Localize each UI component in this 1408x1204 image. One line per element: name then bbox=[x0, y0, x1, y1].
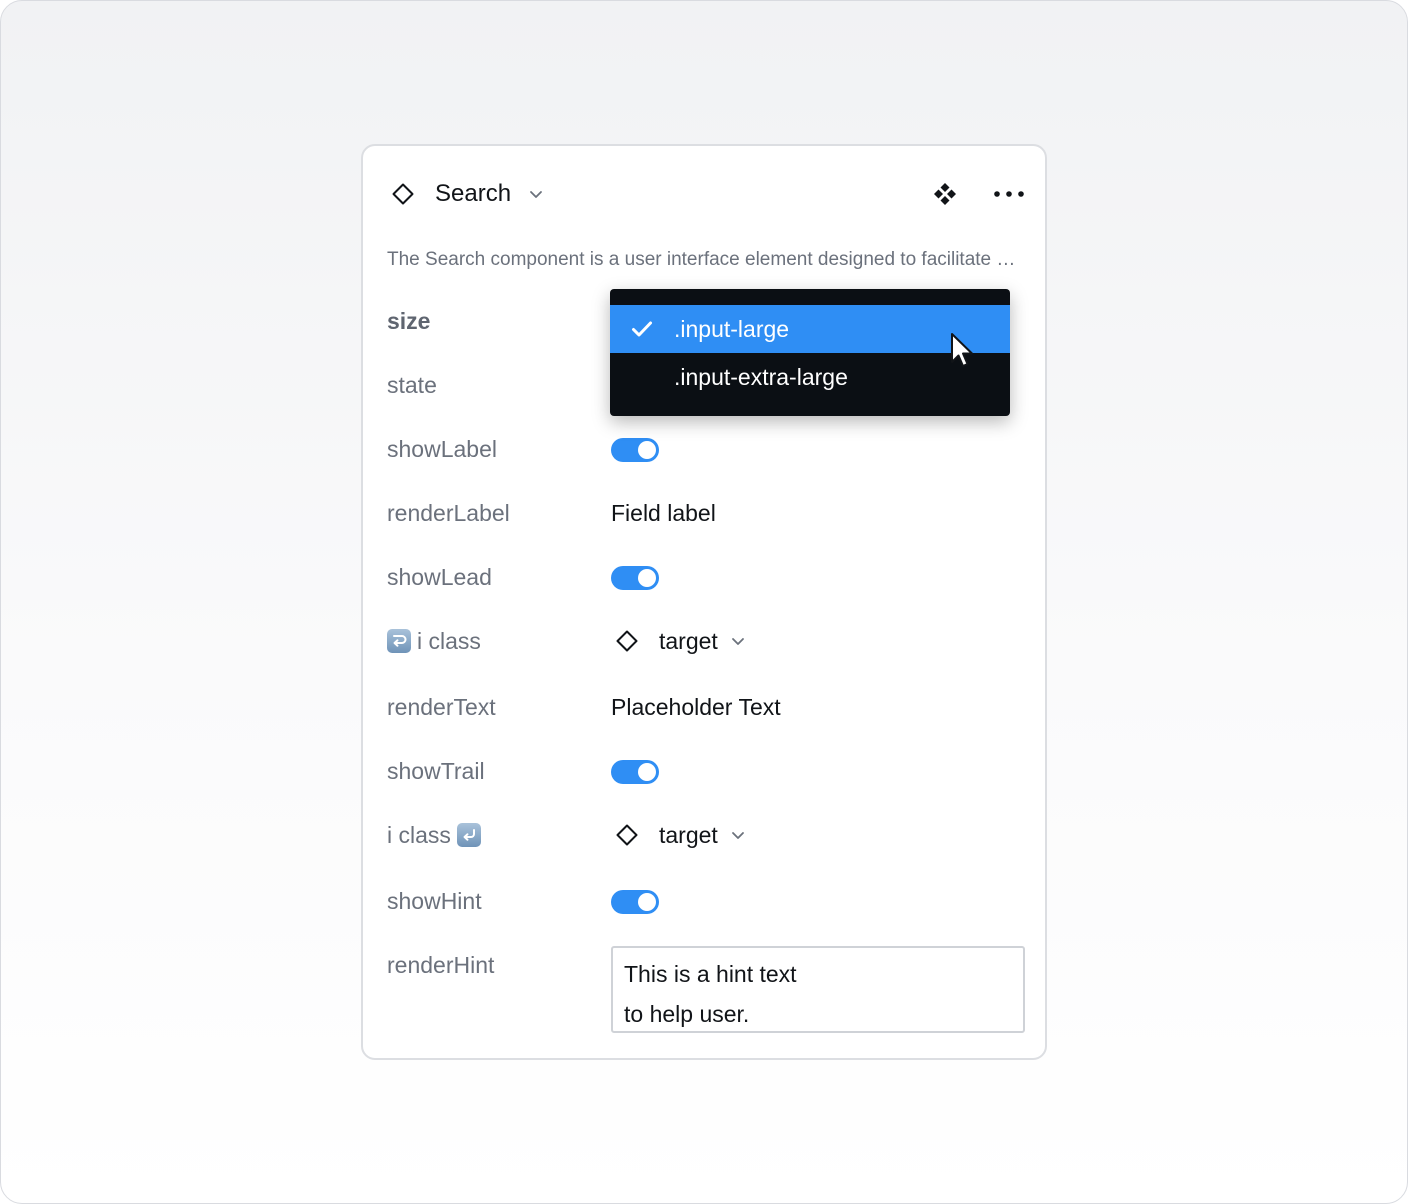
dropdown-option-label: .input-large bbox=[674, 316, 790, 342]
dropdown-option-label: .input-extra-large bbox=[674, 364, 848, 390]
prop-label-showlabel: showLabel bbox=[387, 436, 497, 462]
component-description: The Search component is a user interface… bbox=[387, 249, 1023, 270]
prop-label-renderhint: renderHint bbox=[387, 952, 495, 978]
trail-icon-value: target bbox=[659, 822, 718, 848]
prop-label-lead-icon: i class bbox=[387, 626, 481, 656]
renderlabel-value[interactable]: Field label bbox=[611, 498, 716, 528]
showlabel-toggle[interactable] bbox=[611, 438, 659, 462]
rendertext-value[interactable]: Placeholder Text bbox=[611, 692, 781, 722]
showlead-toggle[interactable] bbox=[611, 566, 659, 590]
dropdown-option-input-large[interactable]: .input-large bbox=[610, 305, 1010, 353]
arrow-left-hook-icon bbox=[456, 823, 481, 847]
prop-label-size: size bbox=[387, 308, 431, 334]
renderhint-textarea[interactable]: This is a hint text to help user. bbox=[611, 946, 1025, 1033]
lead-icon-value: target bbox=[659, 628, 718, 654]
prop-label-state: state bbox=[387, 372, 437, 398]
properties-panel: Search The Search component is a user in… bbox=[361, 144, 1047, 1060]
check-icon bbox=[632, 321, 652, 337]
prop-label-trail-icon: i class bbox=[387, 820, 481, 850]
prop-label-renderlabel: renderLabel bbox=[387, 500, 510, 526]
lead-icon-instance-swap[interactable]: target bbox=[611, 626, 746, 656]
canvas-frame: Search The Search component is a user in… bbox=[0, 0, 1408, 1204]
prop-label-showlead: showLead bbox=[387, 564, 492, 590]
component-instance-icon bbox=[392, 183, 414, 205]
toggle-knob bbox=[638, 569, 656, 587]
prop-label-showhint: showHint bbox=[387, 888, 482, 914]
diamond-outline-icon bbox=[616, 630, 638, 652]
panel-header: Search bbox=[363, 146, 1045, 242]
chevron-down-icon[interactable] bbox=[528, 186, 544, 202]
showhint-toggle[interactable] bbox=[611, 890, 659, 914]
component-title[interactable]: Search bbox=[435, 179, 511, 209]
more-horizontal-icon[interactable] bbox=[989, 180, 1029, 208]
prop-label-text: i class bbox=[387, 822, 451, 848]
prop-label-showtrail: showTrail bbox=[387, 758, 485, 784]
arrow-right-hook-icon bbox=[387, 629, 411, 653]
toggle-knob bbox=[638, 893, 656, 911]
toggle-knob bbox=[638, 763, 656, 781]
diamond-outline-icon bbox=[616, 824, 638, 846]
prop-label-text: i class bbox=[417, 628, 481, 654]
dropdown-option-input-extra-large[interactable]: .input-extra-large bbox=[610, 353, 1010, 401]
toggle-knob bbox=[638, 441, 656, 459]
component-set-icon[interactable] bbox=[931, 180, 959, 208]
prop-label-rendertext: renderText bbox=[387, 694, 496, 720]
chevron-down-icon bbox=[731, 638, 744, 645]
chevron-down-icon bbox=[731, 832, 744, 839]
hint-line-1: This is a hint text bbox=[624, 961, 797, 987]
showtrail-toggle[interactable] bbox=[611, 760, 659, 784]
hint-line-2: to help user. bbox=[624, 1001, 750, 1027]
trail-icon-instance-swap[interactable]: target bbox=[611, 820, 746, 850]
size-dropdown-menu: .input-large .input-extra-large bbox=[610, 289, 1010, 416]
